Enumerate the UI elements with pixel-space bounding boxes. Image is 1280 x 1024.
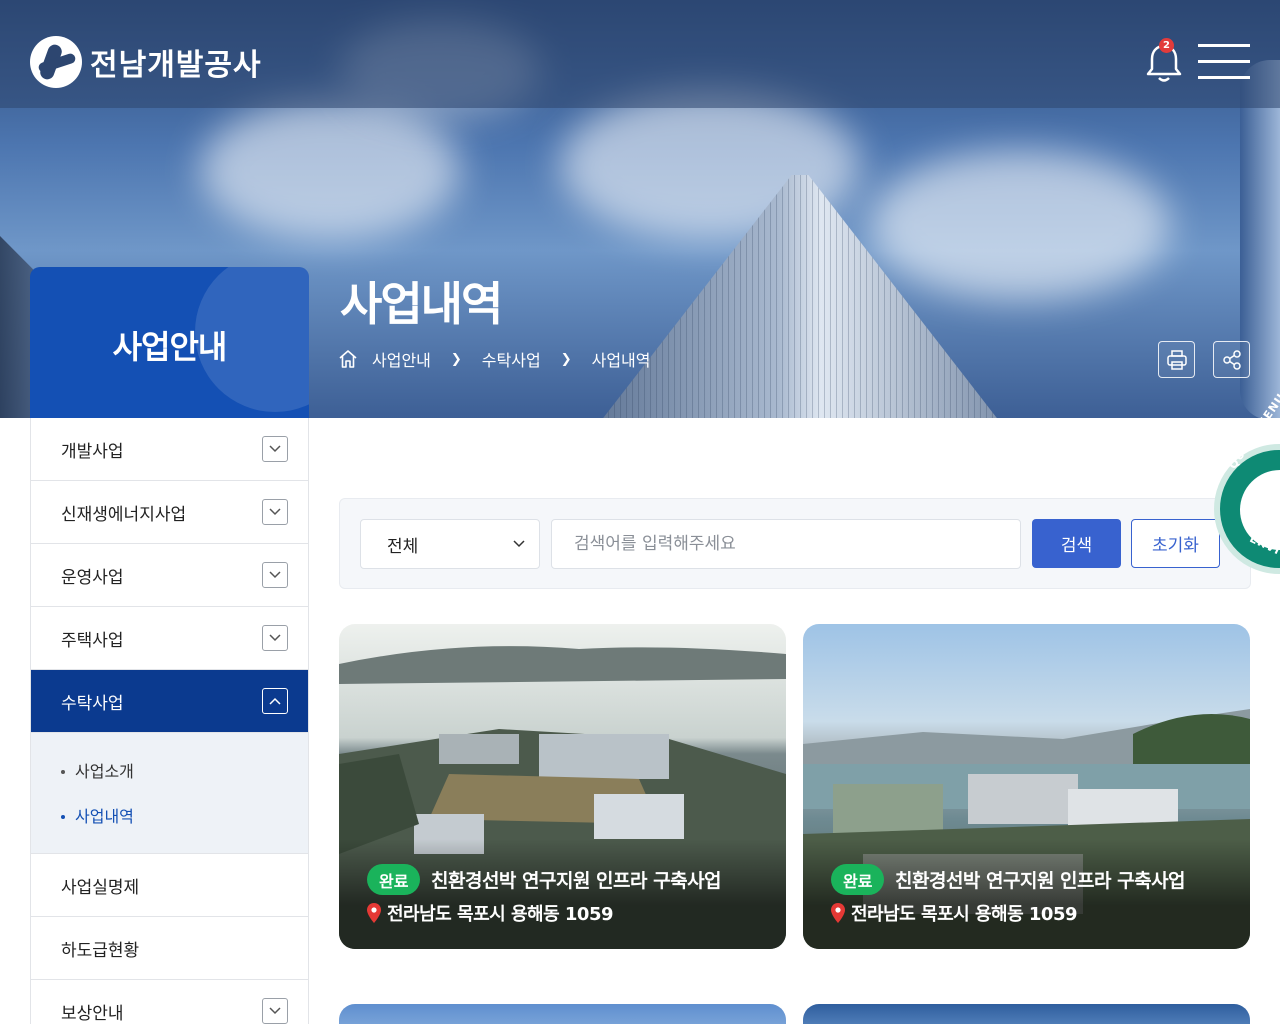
sidebar-item-housing[interactable]: 주택사업	[31, 607, 308, 670]
print-icon	[1166, 349, 1187, 370]
sidebar-item-consignment[interactable]: 수탁사업	[31, 670, 308, 733]
section-title: 사업안내	[112, 328, 228, 366]
category-select[interactable]: 전체	[360, 519, 540, 569]
search-button[interactable]: 검색	[1032, 519, 1121, 568]
search-input[interactable]	[551, 519, 1021, 569]
cloud-decoration	[870, 150, 1170, 300]
submenu-item-label: 사업내역	[75, 807, 134, 826]
project-card[interactable]: 완료 친환경선박 연구지원 인프라 구축사업 전라남도 목포시 용해동 1059	[339, 624, 786, 949]
page-title: 사업내역	[340, 277, 503, 331]
project-card[interactable]	[339, 1004, 786, 1024]
card-address-text: 전라남도 목포시 용해동 1059	[851, 904, 1078, 925]
chevron-down-icon[interactable]	[262, 998, 288, 1024]
logo-icon	[30, 36, 82, 88]
sidebar-item-label: 운영사업	[61, 567, 124, 588]
status-badge: 완료	[831, 864, 885, 895]
search-panel: 전체 검색 초기화	[339, 498, 1251, 589]
card-title: 친환경선박 연구지원 인프라 구축사업	[895, 870, 1186, 892]
home-icon[interactable]	[338, 349, 358, 369]
print-button[interactable]	[1158, 341, 1195, 378]
chevron-right-icon: ❯	[560, 351, 572, 367]
sidebar-item-label: 수탁사업	[61, 693, 124, 714]
sidebar-item-compensation[interactable]: 보상안내	[31, 980, 308, 1024]
breadcrumb: 사업안내 ❯ 수탁사업 ❯ 사업내역	[338, 347, 650, 371]
logo-text: 전남개발공사	[90, 48, 262, 83]
submenu-item-label: 사업소개	[75, 762, 134, 781]
bullet-icon	[61, 769, 65, 774]
sidebar-item-development[interactable]: 개발사업	[31, 418, 308, 481]
location-pin-icon	[831, 903, 845, 923]
breadcrumb-item[interactable]: 사업안내	[372, 347, 431, 371]
chevron-down-icon	[513, 540, 525, 548]
category-select-value: 전체	[387, 536, 419, 557]
sidebar-item-subcontract[interactable]: 하도급현황	[31, 917, 308, 980]
submenu-item-intro[interactable]: 사업소개	[61, 749, 308, 794]
sidebar-item-label: 사업실명제	[61, 877, 140, 898]
card-address: 전라남도 목포시 용해동 1059	[367, 900, 614, 926]
breadcrumb-item[interactable]: 사업내역	[592, 347, 651, 371]
chevron-down-icon[interactable]	[262, 562, 288, 588]
chevron-right-icon: ❯	[450, 351, 462, 367]
share-button[interactable]	[1213, 341, 1250, 378]
sidebar-item-operation[interactable]: 운영사업	[31, 544, 308, 607]
menu-icon[interactable]	[1198, 44, 1250, 80]
reset-button[interactable]: 초기화	[1131, 519, 1220, 568]
sidebar-item-label: 보상안내	[61, 1003, 124, 1024]
chevron-down-icon[interactable]	[262, 436, 288, 462]
site-logo[interactable]: 전남개발공사	[30, 36, 262, 88]
sidebar-item-renewable-energy[interactable]: 신재생에너지사업	[31, 481, 308, 544]
project-card[interactable]	[803, 1004, 1250, 1024]
sidebar-item-label: 하도급현황	[61, 940, 140, 961]
chevron-down-icon[interactable]	[262, 625, 288, 651]
card-address: 전라남도 목포시 용해동 1059	[831, 900, 1078, 926]
bullet-icon	[61, 814, 65, 819]
project-card[interactable]: 완료 친환경선박 연구지원 인프라 구축사업 전라남도 목포시 용해동 1059	[803, 624, 1250, 949]
status-badge: 완료	[367, 864, 421, 895]
notification-badge: 2	[1159, 38, 1174, 53]
section-title-box: 사업안내	[30, 267, 309, 418]
submenu-item-history[interactable]: 사업내역	[61, 794, 308, 839]
sidebar-menu: 개발사업 신재생에너지사업 운영사업 주택사업 수탁사업 사업소개 사업내역 사…	[30, 418, 309, 1024]
cloud-decoration	[200, 100, 460, 240]
chevron-up-icon[interactable]	[262, 688, 288, 714]
share-icon	[1222, 349, 1241, 370]
chevron-down-icon[interactable]	[262, 499, 288, 525]
sidebar-item-label: 개발사업	[61, 441, 124, 462]
breadcrumb-item[interactable]: 수탁사업	[482, 347, 541, 371]
card-title: 친환경선박 연구지원 인프라 구축사업	[431, 870, 722, 892]
submenu: 사업소개 사업내역	[31, 733, 308, 854]
sidebar-item-label: 신재생에너지사업	[61, 504, 187, 525]
card-address-text: 전라남도 목포시 용해동 1059	[387, 904, 614, 925]
sidebar-item-label: 주택사업	[61, 630, 124, 651]
location-pin-icon	[367, 903, 381, 923]
sidebar-item-real-name[interactable]: 사업실명제	[31, 854, 308, 917]
